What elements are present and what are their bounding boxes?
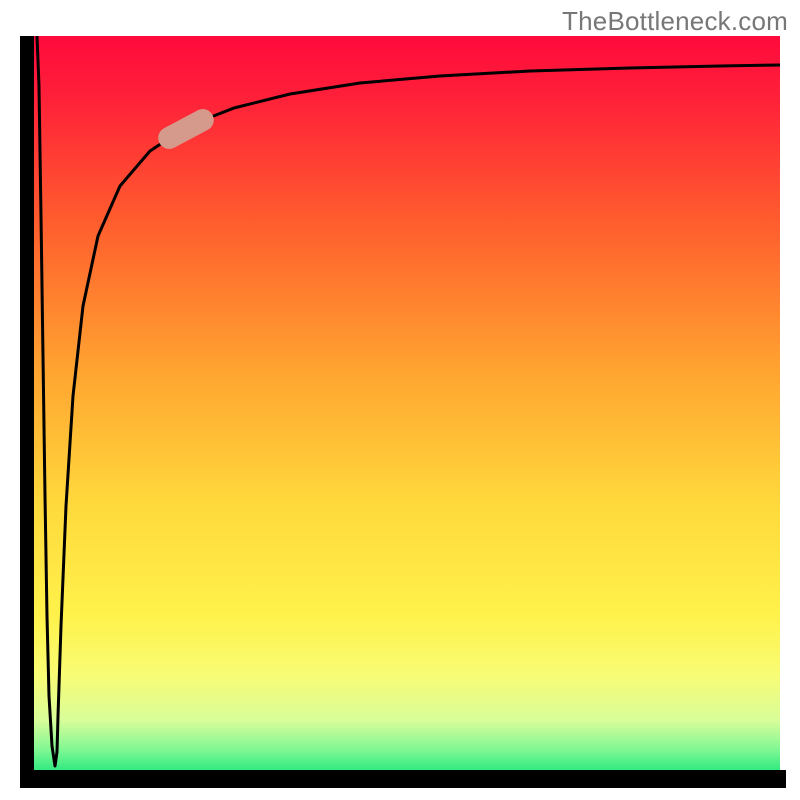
- curve-layer: [20, 36, 780, 780]
- plot-area: [20, 36, 780, 780]
- chart-container: TheBottleneck.com: [0, 0, 800, 800]
- y-axis: [20, 36, 34, 780]
- bottleneck-curve: [37, 36, 780, 766]
- x-axis: [20, 770, 786, 788]
- watermark-text: TheBottleneck.com: [562, 6, 788, 37]
